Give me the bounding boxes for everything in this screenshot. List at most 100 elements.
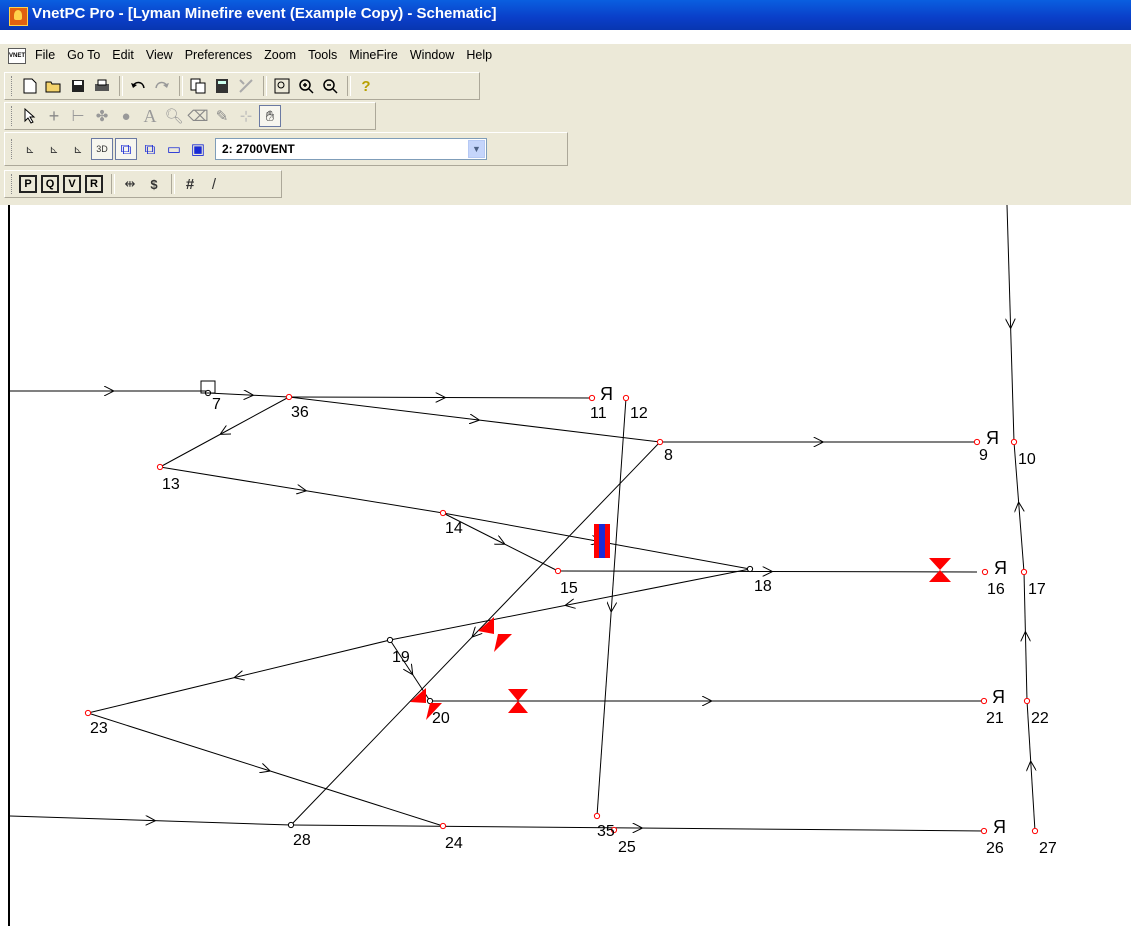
junction-node-36[interactable]	[285, 393, 293, 401]
regulator-icon[interactable]	[929, 558, 951, 582]
menu-preferences[interactable]: Preferences	[180, 48, 259, 62]
show-velocity-button[interactable]: V	[63, 175, 81, 193]
layer-down-icon[interactable]: ▭	[163, 138, 185, 160]
pan-hand-icon[interactable]: ✋︎	[259, 105, 281, 127]
junction-node-11[interactable]	[588, 394, 596, 402]
airway-branch[interactable]	[290, 441, 661, 826]
undo-icon[interactable]	[127, 75, 149, 97]
airway-branch[interactable]	[1007, 205, 1014, 443]
layer-window-icon[interactable]: ▣	[187, 138, 209, 160]
line-tool-icon[interactable]: /	[203, 173, 225, 195]
save-icon[interactable]	[67, 75, 89, 97]
axis-xy-icon[interactable]: ⊾	[19, 138, 41, 160]
results-toolbar: P Q V R ⇹ $ # /	[4, 170, 282, 198]
junction-node-27[interactable]	[1031, 827, 1039, 835]
new-file-icon[interactable]	[19, 75, 41, 97]
chevron-down-icon[interactable]: ▼	[468, 140, 485, 158]
airway-branch[interactable]	[10, 816, 292, 825]
print-icon[interactable]	[91, 75, 113, 97]
move-icon[interactable]: ⊹	[235, 105, 257, 127]
junction-node-9[interactable]	[973, 438, 981, 446]
find-icon[interactable]: 🔍︎	[163, 105, 185, 127]
copy-icon[interactable]	[187, 75, 209, 97]
menu-window[interactable]: Window	[405, 48, 461, 62]
junction-node-28[interactable]	[287, 821, 295, 829]
junction-node-22[interactable]	[1023, 697, 1031, 705]
menu-zoom[interactable]: Zoom	[259, 48, 303, 62]
junction-node-19[interactable]	[386, 636, 394, 644]
toolbar-grip[interactable]	[11, 76, 15, 96]
edit-icon[interactable]: ✎	[211, 105, 233, 127]
vnetpc-app-icon[interactable]	[9, 7, 28, 26]
add-fan-icon[interactable]: ✤	[91, 105, 113, 127]
junction-node-17[interactable]	[1020, 568, 1028, 576]
menu-tools[interactable]: Tools	[303, 48, 344, 62]
erase-icon[interactable]: ⌫	[187, 105, 209, 127]
junction-node-15[interactable]	[554, 567, 562, 575]
add-junction-icon[interactable]: +	[43, 105, 65, 127]
airway-branch[interactable]	[290, 825, 985, 831]
airway-branch[interactable]	[159, 466, 444, 514]
fan-curve-icon[interactable]: ⇹	[119, 173, 141, 195]
regulator-icon[interactable]	[494, 634, 512, 652]
menu-file[interactable]: File	[30, 48, 62, 62]
show-pressure-button[interactable]: P	[19, 175, 37, 193]
junction-node-24[interactable]	[439, 822, 447, 830]
layer-select[interactable]: 2: 2700VENT ▼	[215, 138, 487, 160]
junction-node-18[interactable]	[746, 565, 754, 573]
airway-branch[interactable]	[288, 397, 593, 398]
menu-edit[interactable]: Edit	[107, 48, 141, 62]
menu-help[interactable]: Help	[461, 48, 499, 62]
airway-branch[interactable]	[87, 712, 444, 827]
view-3d-icon[interactable]: 3D	[91, 138, 113, 160]
junction-node-20[interactable]	[426, 697, 434, 705]
zoom-in-icon[interactable]	[295, 75, 317, 97]
show-resistance-button[interactable]: R	[85, 175, 103, 193]
junction-node-14[interactable]	[439, 509, 447, 517]
junction-node-23[interactable]	[84, 709, 92, 717]
cost-icon[interactable]: $	[143, 173, 165, 195]
layer-up-icon[interactable]: ⧉	[139, 138, 161, 160]
network-check-icon[interactable]	[235, 75, 257, 97]
node-label-24: 24	[445, 835, 463, 852]
airway-branch[interactable]	[1024, 571, 1027, 702]
redo-icon[interactable]	[151, 75, 173, 97]
pointer-icon[interactable]	[19, 105, 41, 127]
regulator-icon[interactable]	[478, 617, 494, 634]
calculator-icon[interactable]	[211, 75, 233, 97]
regulator-icon[interactable]	[410, 688, 426, 703]
menu-go-to[interactable]: Go To	[62, 48, 107, 62]
junction-node-10[interactable]	[1010, 438, 1018, 446]
airway-branch[interactable]	[87, 639, 391, 714]
menu-minefire[interactable]: MineFire	[344, 48, 405, 62]
junction-node-12[interactable]	[622, 394, 630, 402]
axis-xz-icon[interactable]: ⊾	[43, 138, 65, 160]
junction-node-8[interactable]	[656, 438, 664, 446]
open-folder-icon[interactable]	[43, 75, 65, 97]
junction-node-26[interactable]	[980, 827, 988, 835]
axis-yz-icon[interactable]: ⊾	[67, 138, 89, 160]
airway-branch[interactable]	[557, 571, 978, 572]
grid-icon[interactable]: #	[179, 173, 201, 195]
layer-stack-icon[interactable]: ⧉	[115, 138, 137, 160]
toolbar-grip[interactable]	[11, 106, 15, 126]
schematic-canvas[interactable]: 7 36 11 12 13 8 9 10 14 15 18 16 17 19 20 21 22 23 28 24 35 2…	[8, 205, 1131, 926]
toolbar-grip[interactable]	[11, 139, 15, 159]
add-fire-icon[interactable]: ●	[115, 105, 137, 127]
airway-branch[interactable]	[596, 397, 627, 817]
ventilation-network-schematic[interactable]: 7 36 11 12138 9 101415 18 16 171920 21 222328 24352…	[10, 205, 1131, 926]
document-icon[interactable]: VNET	[8, 48, 26, 64]
show-quantity-button[interactable]: Q	[41, 175, 59, 193]
junction-node-13[interactable]	[156, 463, 164, 471]
zoom-fit-icon[interactable]	[271, 75, 293, 97]
add-text-icon[interactable]: A	[139, 105, 161, 127]
toolbar-grip[interactable]	[11, 174, 15, 194]
add-branch-icon[interactable]: ⊢	[67, 105, 89, 127]
junction-node-35[interactable]	[593, 812, 601, 820]
airway-branch[interactable]	[159, 396, 290, 468]
menu-view[interactable]: View	[141, 48, 180, 62]
junction-node-16[interactable]	[981, 568, 989, 576]
junction-node-21[interactable]	[980, 697, 988, 705]
help-icon[interactable]: ?	[355, 75, 377, 97]
zoom-out-icon[interactable]	[319, 75, 341, 97]
